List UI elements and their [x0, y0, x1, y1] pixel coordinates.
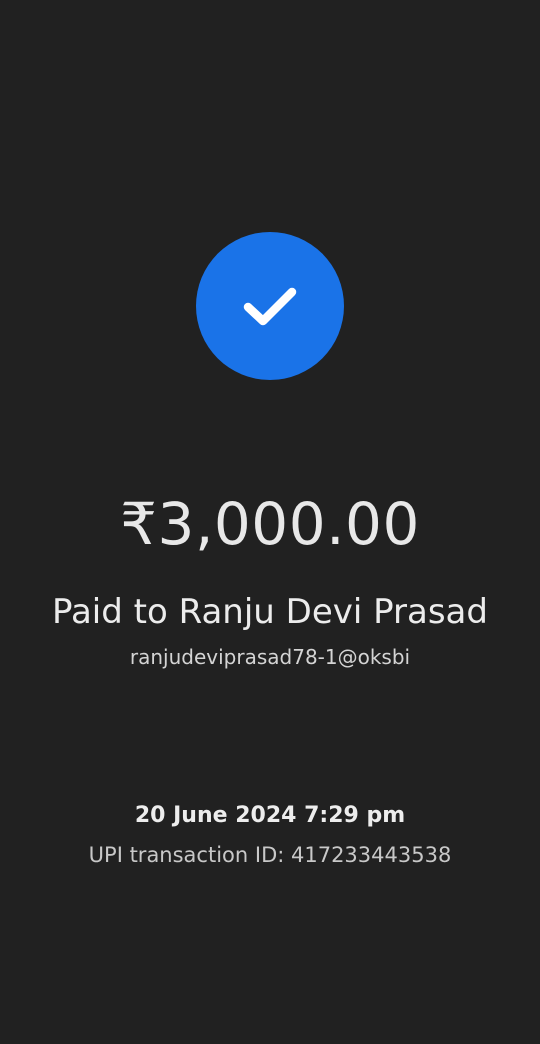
payee-name: Paid to Ranju Devi Prasad: [52, 592, 488, 632]
transaction-id: UPI transaction ID: 417233443538: [88, 843, 452, 867]
payment-amount: ₹3,000.00: [120, 490, 420, 558]
payment-datetime: 20 June 2024 7:29 pm: [134, 803, 406, 828]
check-icon: [243, 287, 297, 326]
payee-upi-id: ranjudeviprasad78-1@oksbi: [129, 645, 411, 669]
payment-success-badge: [196, 232, 344, 380]
